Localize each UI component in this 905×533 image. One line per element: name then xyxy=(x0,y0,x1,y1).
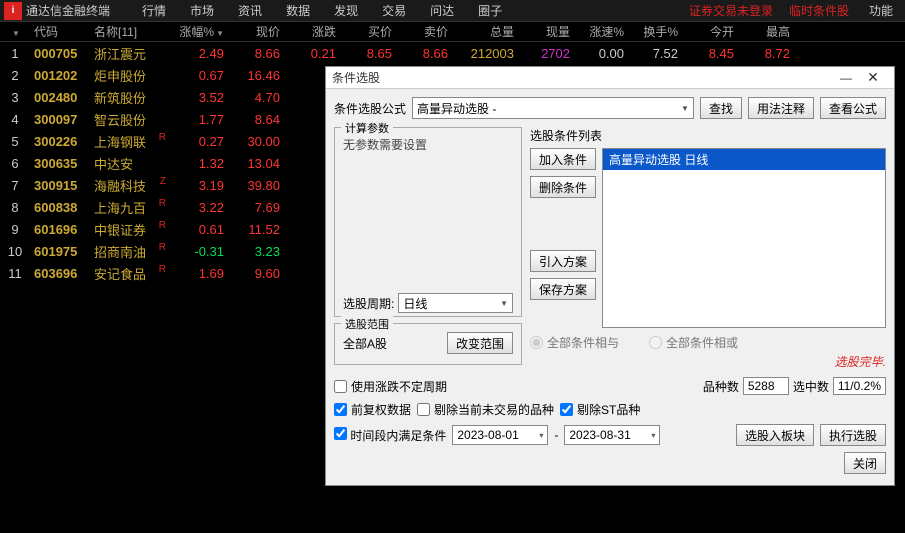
stock-name: 新筑股份 xyxy=(90,88,168,107)
col-code[interactable]: 代码 xyxy=(30,23,90,40)
chevron-down-icon: ▼ xyxy=(681,104,689,113)
menu-item[interactable]: 市场 xyxy=(178,2,226,19)
col-turn[interactable]: 换手% xyxy=(628,23,682,40)
dialog-title: 条件选股 xyxy=(332,69,834,86)
col-pct[interactable]: 涨幅% xyxy=(168,23,228,40)
view-formula-button[interactable]: 查看公式 xyxy=(820,97,886,119)
stock-code: 300635 xyxy=(30,156,90,171)
find-button[interactable]: 查找 xyxy=(700,97,742,119)
stock-code: 300915 xyxy=(30,178,90,193)
col-name[interactable]: 名称[11] xyxy=(90,23,168,40)
cond-list-title: 选股条件列表 xyxy=(530,127,886,144)
menu-item[interactable]: 行情 xyxy=(130,2,178,19)
col-speed[interactable]: 涨速% xyxy=(574,23,628,40)
stock-name: 上海钢联R xyxy=(90,132,168,151)
menu-item[interactable]: 发现 xyxy=(322,2,370,19)
stock-name: 上海九百R xyxy=(90,198,168,217)
stat-sel-label: 选中数 xyxy=(793,378,829,395)
dialog-titlebar[interactable]: 条件选股 — ✕ xyxy=(326,67,894,89)
mode-status[interactable]: 临时条件股 xyxy=(781,2,857,19)
add-condition-button[interactable]: 加入条件 xyxy=(530,148,596,170)
save-plan-button[interactable]: 保存方案 xyxy=(530,278,596,300)
stock-code: 601975 xyxy=(30,244,90,259)
change-range-button[interactable]: 改变范围 xyxy=(447,332,513,354)
menu-item[interactable]: 交易 xyxy=(370,2,418,19)
chk-fq[interactable]: 前复权数据 xyxy=(334,401,411,418)
chk-time[interactable]: 时间段内满足条件 xyxy=(334,427,446,444)
period-select[interactable]: 日线▼ xyxy=(398,293,513,313)
stock-name: 海融科技Z xyxy=(90,176,168,195)
stat-sel: 11/0.2% xyxy=(833,377,886,395)
params-text: 无参数需要设置 xyxy=(343,136,513,153)
table-header: 代码 名称[11] 涨幅% 现价 涨跌 买价 卖价 总量 现量 涨速% 换手% … xyxy=(0,22,905,42)
stat-kind-label: 品种数 xyxy=(703,378,739,395)
col-now[interactable]: 现量 xyxy=(518,23,574,40)
menu-item[interactable]: 资讯 xyxy=(226,2,274,19)
stock-name: 中达安 xyxy=(90,154,168,173)
condition-dialog: 条件选股 — ✕ 条件选股公式 高量异动选股 -▼ 查找 用法注释 查看公式 计… xyxy=(325,66,895,486)
stock-name: 智云股份 xyxy=(90,110,168,129)
delete-condition-button[interactable]: 删除条件 xyxy=(530,176,596,198)
chk-trade[interactable]: 剔除当前未交易的品种 xyxy=(417,401,554,418)
minimize-icon[interactable]: — xyxy=(834,71,858,85)
done-text: 选股完毕. xyxy=(530,353,886,370)
col-price[interactable]: 现价 xyxy=(228,23,284,40)
chk-st[interactable]: 剔除ST品种 xyxy=(560,401,640,418)
range-value: 全部A股 xyxy=(343,335,387,352)
menu-item[interactable]: 问达 xyxy=(418,2,466,19)
condition-listbox[interactable]: 高量异动选股 日线 xyxy=(602,148,886,328)
stock-code: 300097 xyxy=(30,112,90,127)
list-item[interactable]: 高量异动选股 日线 xyxy=(603,149,885,170)
col-dropdown[interactable] xyxy=(0,25,30,39)
stock-code: 603696 xyxy=(30,266,90,281)
chk-period[interactable]: 使用涨跌不定周期 xyxy=(334,378,447,395)
close-icon[interactable]: ✕ xyxy=(858,69,888,86)
radio-and[interactable]: 全部条件相与 xyxy=(530,334,619,351)
col-chg[interactable]: 涨跌 xyxy=(284,23,340,40)
login-status[interactable]: 证券交易未登录 xyxy=(681,2,781,19)
date-from[interactable]: 2023-08-01▾ xyxy=(452,425,548,445)
usage-button[interactable]: 用法注释 xyxy=(748,97,814,119)
stock-code: 002480 xyxy=(30,90,90,105)
col-open[interactable]: 今开 xyxy=(682,23,738,40)
stat-kind: 5288 xyxy=(743,377,789,395)
stock-code: 601696 xyxy=(30,222,90,237)
radio-or[interactable]: 全部条件相或 xyxy=(649,334,738,351)
add-to-plate-button[interactable]: 选股入板块 xyxy=(736,424,814,446)
stock-code: 600838 xyxy=(30,200,90,215)
stock-code: 000705 xyxy=(30,46,90,61)
close-button[interactable]: 关闭 xyxy=(844,452,886,474)
menu-item[interactable]: 数据 xyxy=(274,2,322,19)
execute-button[interactable]: 执行选股 xyxy=(820,424,886,446)
import-plan-button[interactable]: 引入方案 xyxy=(530,250,596,272)
table-row[interactable]: 1000705浙江震元2.498.660.218.658.66212003270… xyxy=(0,42,905,64)
stock-name: 招商南油R xyxy=(90,242,168,261)
stock-code: 300226 xyxy=(30,134,90,149)
range-fieldset: 选股范围 全部A股 改变范围 xyxy=(334,323,522,365)
col-vol[interactable]: 总量 xyxy=(452,23,518,40)
chevron-down-icon: ▾ xyxy=(651,431,655,440)
chevron-down-icon: ▼ xyxy=(500,299,508,308)
stock-name: 安记食品R xyxy=(90,264,168,283)
menu-item[interactable]: 圈子 xyxy=(466,2,514,19)
stock-name: 炬申股份 xyxy=(90,66,168,85)
app-logo: i xyxy=(4,2,22,20)
col-ask[interactable]: 卖价 xyxy=(396,23,452,40)
stock-name: 浙江震元 xyxy=(90,44,168,63)
chevron-down-icon: ▾ xyxy=(539,431,543,440)
stock-code: 001202 xyxy=(30,68,90,83)
stock-name: 中银证券R xyxy=(90,220,168,239)
formula-label: 条件选股公式 xyxy=(334,100,406,117)
params-fieldset: 计算参数 无参数需要设置 选股周期: 日线▼ xyxy=(334,127,522,317)
period-label: 选股周期: xyxy=(343,295,394,312)
col-bid[interactable]: 买价 xyxy=(340,23,396,40)
menu-function[interactable]: 功能 xyxy=(857,2,905,19)
app-title: 通达信金融终端 xyxy=(26,2,110,19)
formula-select[interactable]: 高量异动选股 -▼ xyxy=(412,97,694,119)
date-to[interactable]: 2023-08-31▾ xyxy=(564,425,660,445)
col-high[interactable]: 最高 xyxy=(738,23,794,40)
